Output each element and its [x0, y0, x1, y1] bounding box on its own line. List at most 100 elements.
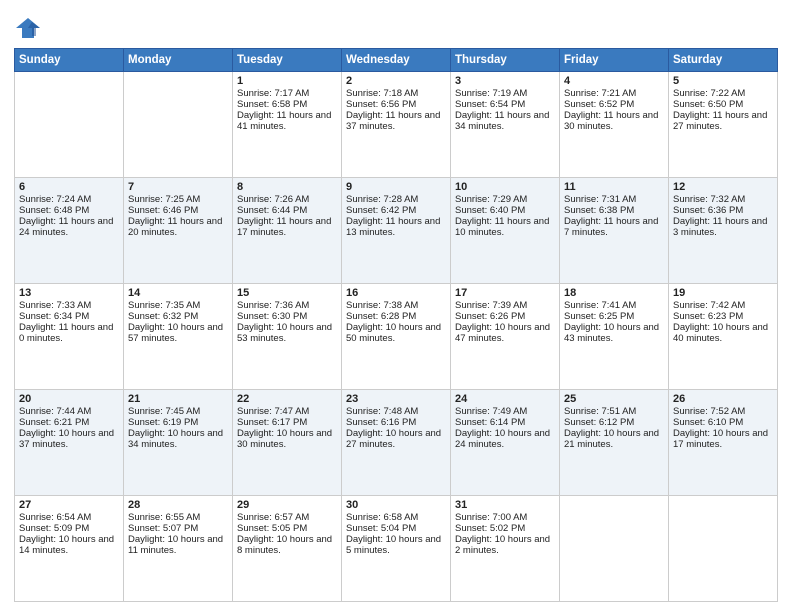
- day-number: 26: [673, 393, 773, 405]
- daylight: Daylight: 11 hours and 37 minutes.: [346, 110, 440, 132]
- daylight: Daylight: 10 hours and 24 minutes.: [455, 428, 550, 450]
- day-number: 5: [673, 75, 773, 87]
- sunset: Sunset: 5:07 PM: [128, 523, 198, 534]
- sunrise: Sunrise: 7:26 AM: [237, 194, 309, 205]
- sunrise: Sunrise: 7:49 AM: [455, 406, 527, 417]
- sunrise: Sunrise: 6:54 AM: [19, 512, 91, 523]
- daylight: Daylight: 10 hours and 43 minutes.: [564, 322, 659, 344]
- sunset: Sunset: 6:58 PM: [237, 99, 307, 110]
- sunrise: Sunrise: 6:57 AM: [237, 512, 309, 523]
- calendar-cell: 11Sunrise: 7:31 AMSunset: 6:38 PMDayligh…: [560, 178, 669, 284]
- day-number: 13: [19, 287, 119, 299]
- day-number: 6: [19, 181, 119, 193]
- day-number: 30: [346, 499, 446, 511]
- day-number: 9: [346, 181, 446, 193]
- calendar-week-row: 1Sunrise: 7:17 AMSunset: 6:58 PMDaylight…: [15, 72, 778, 178]
- calendar-cell: [560, 496, 669, 602]
- calendar-cell: 16Sunrise: 7:38 AMSunset: 6:28 PMDayligh…: [342, 284, 451, 390]
- sunrise: Sunrise: 7:42 AM: [673, 300, 745, 311]
- calendar-cell: 31Sunrise: 7:00 AMSunset: 5:02 PMDayligh…: [451, 496, 560, 602]
- calendar-cell: 25Sunrise: 7:51 AMSunset: 6:12 PMDayligh…: [560, 390, 669, 496]
- calendar-cell: [124, 72, 233, 178]
- calendar-week-row: 13Sunrise: 7:33 AMSunset: 6:34 PMDayligh…: [15, 284, 778, 390]
- calendar-cell: 7Sunrise: 7:25 AMSunset: 6:46 PMDaylight…: [124, 178, 233, 284]
- day-number: 12: [673, 181, 773, 193]
- calendar-cell: 29Sunrise: 6:57 AMSunset: 5:05 PMDayligh…: [233, 496, 342, 602]
- day-number: 20: [19, 393, 119, 405]
- sunset: Sunset: 6:25 PM: [564, 311, 634, 322]
- calendar-cell: 6Sunrise: 7:24 AMSunset: 6:48 PMDaylight…: [15, 178, 124, 284]
- day-number: 14: [128, 287, 228, 299]
- sunset: Sunset: 6:50 PM: [673, 99, 743, 110]
- day-number: 22: [237, 393, 337, 405]
- sunrise: Sunrise: 7:28 AM: [346, 194, 418, 205]
- sunrise: Sunrise: 7:45 AM: [128, 406, 200, 417]
- calendar-cell: 28Sunrise: 6:55 AMSunset: 5:07 PMDayligh…: [124, 496, 233, 602]
- sunset: Sunset: 6:19 PM: [128, 417, 198, 428]
- sunset: Sunset: 6:36 PM: [673, 205, 743, 216]
- daylight: Daylight: 10 hours and 5 minutes.: [346, 534, 441, 556]
- day-number: 7: [128, 181, 228, 193]
- daylight: Daylight: 10 hours and 2 minutes.: [455, 534, 550, 556]
- sunrise: Sunrise: 7:48 AM: [346, 406, 418, 417]
- day-number: 1: [237, 75, 337, 87]
- sunrise: Sunrise: 7:36 AM: [237, 300, 309, 311]
- sunset: Sunset: 6:34 PM: [19, 311, 89, 322]
- header: [14, 10, 778, 42]
- calendar-cell: 5Sunrise: 7:22 AMSunset: 6:50 PMDaylight…: [669, 72, 778, 178]
- calendar-cell: 12Sunrise: 7:32 AMSunset: 6:36 PMDayligh…: [669, 178, 778, 284]
- daylight: Daylight: 11 hours and 24 minutes.: [19, 216, 113, 238]
- daylight: Daylight: 10 hours and 8 minutes.: [237, 534, 332, 556]
- sunset: Sunset: 6:28 PM: [346, 311, 416, 322]
- day-number: 4: [564, 75, 664, 87]
- daylight: Daylight: 11 hours and 41 minutes.: [237, 110, 331, 132]
- day-number: 25: [564, 393, 664, 405]
- sunrise: Sunrise: 7:52 AM: [673, 406, 745, 417]
- calendar-cell: 2Sunrise: 7:18 AMSunset: 6:56 PMDaylight…: [342, 72, 451, 178]
- calendar-cell: 18Sunrise: 7:41 AMSunset: 6:25 PMDayligh…: [560, 284, 669, 390]
- calendar-cell: 30Sunrise: 6:58 AMSunset: 5:04 PMDayligh…: [342, 496, 451, 602]
- daylight: Daylight: 11 hours and 17 minutes.: [237, 216, 331, 238]
- sunset: Sunset: 6:30 PM: [237, 311, 307, 322]
- sunrise: Sunrise: 7:47 AM: [237, 406, 309, 417]
- sunrise: Sunrise: 7:35 AM: [128, 300, 200, 311]
- day-number: 8: [237, 181, 337, 193]
- sunrise: Sunrise: 7:41 AM: [564, 300, 636, 311]
- calendar-cell: 14Sunrise: 7:35 AMSunset: 6:32 PMDayligh…: [124, 284, 233, 390]
- calendar-cell: 15Sunrise: 7:36 AMSunset: 6:30 PMDayligh…: [233, 284, 342, 390]
- calendar-cell: 8Sunrise: 7:26 AMSunset: 6:44 PMDaylight…: [233, 178, 342, 284]
- daylight: Daylight: 10 hours and 57 minutes.: [128, 322, 223, 344]
- sunrise: Sunrise: 7:22 AM: [673, 88, 745, 99]
- sunrise: Sunrise: 7:29 AM: [455, 194, 527, 205]
- calendar-table: SundayMondayTuesdayWednesdayThursdayFrid…: [14, 48, 778, 602]
- calendar-day-header: Friday: [560, 49, 669, 72]
- calendar-day-header: Tuesday: [233, 49, 342, 72]
- day-number: 17: [455, 287, 555, 299]
- daylight: Daylight: 10 hours and 30 minutes.: [237, 428, 332, 450]
- sunrise: Sunrise: 7:51 AM: [564, 406, 636, 417]
- sunset: Sunset: 6:44 PM: [237, 205, 307, 216]
- daylight: Daylight: 10 hours and 14 minutes.: [19, 534, 114, 556]
- sunrise: Sunrise: 7:38 AM: [346, 300, 418, 311]
- sunset: Sunset: 6:16 PM: [346, 417, 416, 428]
- daylight: Daylight: 11 hours and 10 minutes.: [455, 216, 549, 238]
- daylight: Daylight: 11 hours and 7 minutes.: [564, 216, 658, 238]
- calendar-cell: [669, 496, 778, 602]
- sunset: Sunset: 5:09 PM: [19, 523, 89, 534]
- calendar-week-row: 6Sunrise: 7:24 AMSunset: 6:48 PMDaylight…: [15, 178, 778, 284]
- sunset: Sunset: 6:12 PM: [564, 417, 634, 428]
- calendar-day-header: Monday: [124, 49, 233, 72]
- calendar-cell: 27Sunrise: 6:54 AMSunset: 5:09 PMDayligh…: [15, 496, 124, 602]
- calendar-cell: 17Sunrise: 7:39 AMSunset: 6:26 PMDayligh…: [451, 284, 560, 390]
- calendar-cell: 13Sunrise: 7:33 AMSunset: 6:34 PMDayligh…: [15, 284, 124, 390]
- calendar-day-header: Thursday: [451, 49, 560, 72]
- sunset: Sunset: 5:05 PM: [237, 523, 307, 534]
- sunrise: Sunrise: 7:17 AM: [237, 88, 309, 99]
- day-number: 24: [455, 393, 555, 405]
- calendar-cell: 3Sunrise: 7:19 AMSunset: 6:54 PMDaylight…: [451, 72, 560, 178]
- calendar-cell: 26Sunrise: 7:52 AMSunset: 6:10 PMDayligh…: [669, 390, 778, 496]
- daylight: Daylight: 10 hours and 50 minutes.: [346, 322, 441, 344]
- day-number: 21: [128, 393, 228, 405]
- sunrise: Sunrise: 7:21 AM: [564, 88, 636, 99]
- daylight: Daylight: 11 hours and 27 minutes.: [673, 110, 767, 132]
